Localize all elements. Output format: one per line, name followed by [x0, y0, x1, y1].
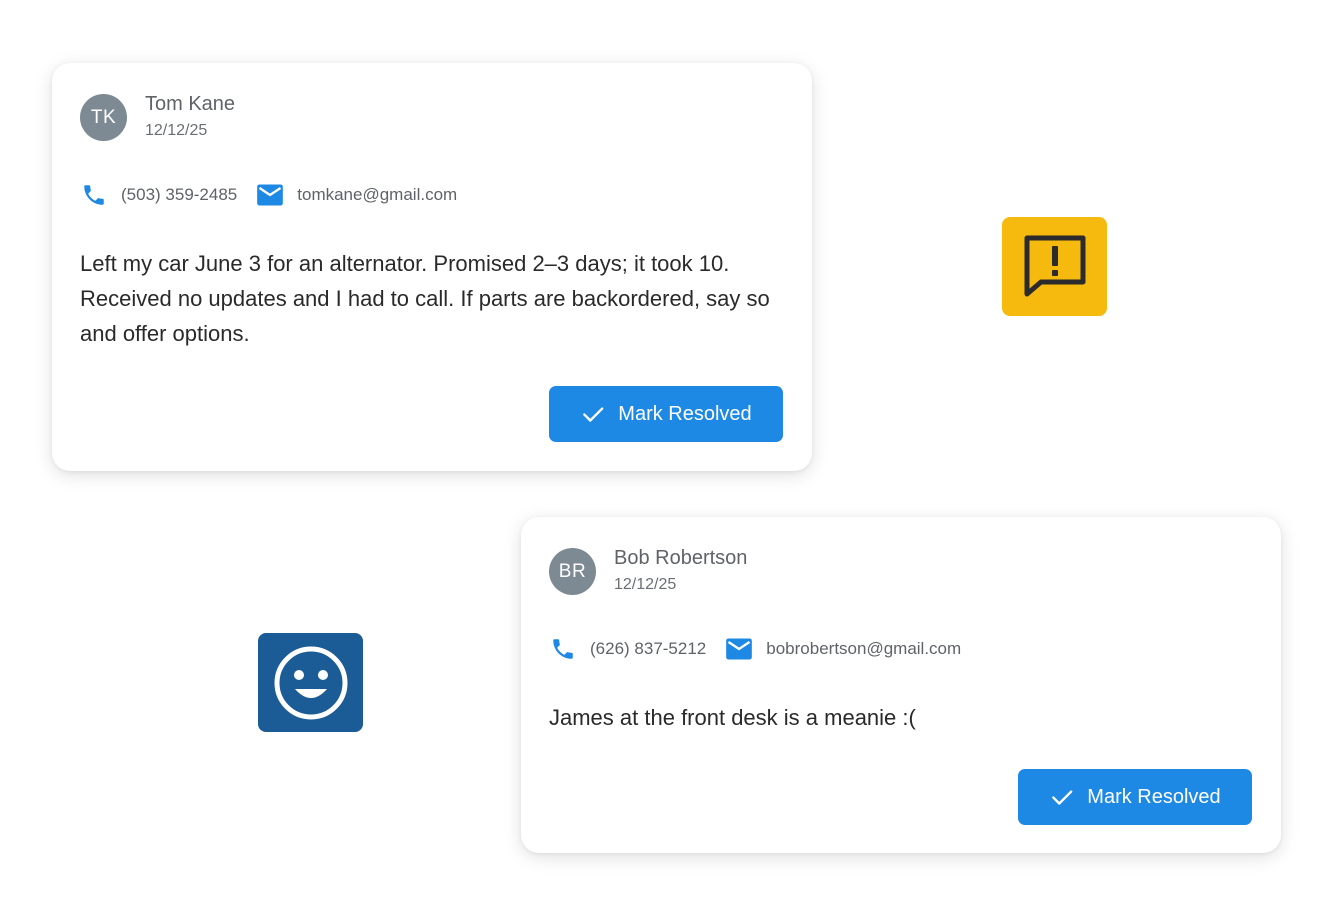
- email-icon: [725, 635, 753, 663]
- submission-date: 12/12/25: [614, 576, 677, 593]
- mark-resolved-button[interactable]: Mark Resolved: [549, 386, 783, 442]
- phone-number[interactable]: (503) 359-2485: [121, 185, 237, 205]
- phone-icon: [80, 181, 108, 209]
- feedback-board: TK Tom Kane 12/12/25 (503) 359-2485 tomk…: [0, 0, 1334, 917]
- feedback-message: James at the front desk is a meanie :(: [549, 705, 916, 730]
- email-icon: [256, 181, 284, 209]
- mark-resolved-label: Mark Resolved: [618, 402, 752, 425]
- phone-icon: [549, 635, 577, 663]
- feedback-alert-icon: [1002, 217, 1107, 316]
- mark-resolved-label: Mark Resolved: [1087, 785, 1221, 808]
- feedback-message: Left my car June 3 for an alternator. Pr…: [80, 251, 770, 346]
- customer-name: Bob Robertson: [614, 547, 748, 569]
- customer-name: Tom Kane: [145, 93, 236, 115]
- email-address[interactable]: tomkane@gmail.com: [297, 185, 457, 205]
- submission-date: 12/12/25: [145, 122, 208, 139]
- feedback-card: BR Bob Robertson 12/12/25 (626) 837-5212…: [521, 517, 1281, 853]
- check-icon: [580, 401, 606, 427]
- avatar: TK: [80, 94, 127, 141]
- email-address[interactable]: bobrobertson@gmail.com: [766, 639, 961, 659]
- contact-row: (626) 837-5212 bobrobertson@gmail.com: [549, 635, 961, 663]
- contact-row: (503) 359-2485 tomkane@gmail.com: [80, 181, 457, 209]
- avatar: BR: [549, 548, 596, 595]
- feedback-card: TK Tom Kane 12/12/25 (503) 359-2485 tomk…: [52, 63, 812, 471]
- phone-number[interactable]: (626) 837-5212: [590, 639, 706, 659]
- check-icon: [1049, 784, 1075, 810]
- smiley-face-icon: [258, 633, 363, 732]
- mark-resolved-button[interactable]: Mark Resolved: [1018, 769, 1252, 825]
